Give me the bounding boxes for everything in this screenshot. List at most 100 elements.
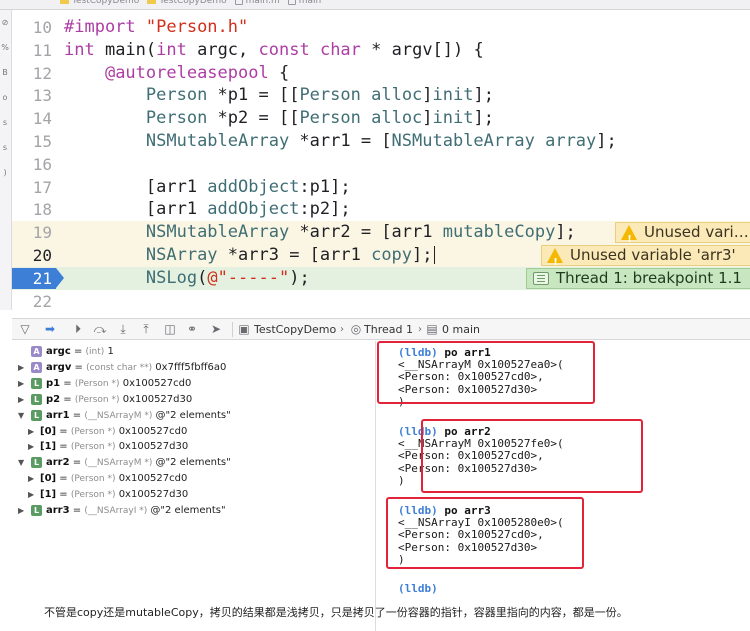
view-hierarchy-icon[interactable]: ◫ [162, 322, 178, 337]
breakpoint-marker[interactable]: 21 [12, 267, 64, 290]
disclosure-collapsed-icon[interactable]: ▶ [28, 439, 38, 454]
breadcrumb-item[interactable]: main.m [234, 0, 280, 6]
code-line[interactable]: 11 int main(int argc, const char * argv[]… [12, 39, 750, 62]
code-token: Person [299, 85, 361, 106]
disclosure-collapsed-icon[interactable]: ▶ [18, 503, 28, 518]
continue-icon[interactable]: ⏵︎ [70, 322, 86, 337]
code-token: main( [94, 39, 157, 60]
thread-icon: ◎ [350, 322, 362, 336]
breakpoints-toggle-icon[interactable]: ➡ [42, 322, 58, 337]
line-number: 16 [32, 154, 52, 174]
step-into-icon[interactable]: ⤓ [115, 322, 131, 337]
navigator-glyph: B [2, 68, 8, 77]
breadcrumb-item[interactable]: TestCopyDemo [147, 0, 227, 6]
code-text[interactable]: #import "Person.h" [64, 16, 248, 39]
code-token: *p1 = [[ [207, 85, 300, 106]
code-token: :p1]; [299, 176, 351, 197]
navigator-glyph: % [1, 43, 9, 52]
breadcrumb-item[interactable]: main [287, 0, 321, 6]
thread-badge[interactable]: Thread 1: breakpoint 1.1 [526, 267, 750, 289]
code-token: argc, [186, 39, 259, 60]
code-line[interactable]: 10 #import "Person.h" [12, 16, 750, 39]
navigator-sliver: ⊘% Bo s s) [0, 10, 12, 310]
debug-frame[interactable]: 0 main [442, 323, 480, 336]
code-text[interactable]: NSArray *arr3 = [arr1 copy]; [64, 244, 435, 267]
disclosure-collapsed-icon[interactable]: ▶ [18, 392, 28, 407]
disclosure-expanded-icon[interactable]: ▼ [18, 408, 28, 423]
code-token: NSMutableArray [145, 131, 290, 151]
code-line[interactable]: 12 @autoreleasepool { [12, 62, 750, 85]
lldb-prompt[interactable]: (lldb) [398, 582, 438, 595]
line-number: 22 [32, 291, 52, 311]
code-text[interactable]: NSMutableArray *arr1 = [NSMutableArray a… [64, 130, 617, 153]
debug-console[interactable]: (lldb) po arr1 <__NSArrayM 0x100527ea0>(<… [375, 341, 750, 631]
line-number: 18 [32, 200, 52, 220]
code-token: [arr1 [64, 176, 208, 197]
thread-text: Thread 1: breakpoint 1.1 [556, 268, 742, 287]
warning-badge[interactable]: Unused variable 'arr3' [541, 245, 750, 266]
variable-equals: = [69, 505, 85, 516]
disclosure-collapsed-icon[interactable]: ▶ [18, 360, 28, 375]
variable-name: arr2 [46, 457, 70, 469]
code-token: alloc [371, 85, 423, 106]
code-line[interactable]: 16 [12, 153, 750, 176]
code-token: "Person.h" [145, 17, 249, 37]
code-line[interactable]: 19 NSMutableArray *arr2 = [arr1 mutableC… [12, 221, 750, 245]
location-icon[interactable]: ➤ [208, 322, 224, 337]
breadcrumb-item[interactable]: TestCopyDemo [60, 0, 139, 6]
code-text[interactable]: NSLog(@"-----"); [64, 267, 310, 290]
debug-target[interactable]: TestCopyDemo [254, 323, 336, 336]
code-line[interactable]: 14 Person *p2 = [[Person alloc]init]; [12, 107, 750, 130]
code-line[interactable]: 17 [arr1 addObject:p1]; [12, 176, 750, 199]
code-token: array [545, 131, 597, 151]
code-text[interactable]: Person *p1 = [[Person alloc]init]; [64, 84, 494, 107]
code-token: ( [197, 267, 208, 288]
variable-name: p2 [46, 393, 61, 405]
code-text[interactable]: [arr1 addObject:p2]; [64, 198, 351, 221]
code-editor[interactable]: 10 #import "Person.h" 11 int main(int argc,… [12, 10, 750, 313]
variable-type: (__NSArrayM *) [84, 410, 153, 421]
jump-bar: TestCopyDemo TestCopyDemo main.m main [0, 0, 750, 10]
variable-value: @"2 elements" [155, 409, 231, 421]
code-text[interactable]: int main(int argc, const char * argv[]) … [64, 39, 484, 62]
warning-badge[interactable]: Unused vari… [615, 222, 750, 244]
debug-toolbar: ▽ ➡ ⏵︎ ⤼ ⤓ ⤒ ◫ ⚭ ➤ ▣ TestCopyDemo › ◎ Th… [12, 318, 750, 340]
variable-type: (__NSArrayI *) [84, 506, 148, 516]
disclosure-collapsed-icon[interactable]: ▶ [28, 424, 38, 439]
disclosure-expanded-icon[interactable]: ▼ [18, 455, 28, 470]
code-token: *arr1 = [ [289, 131, 392, 151]
variables-view[interactable]: Aargc = (int) 1 ▶ Aargv = (const char **) … [12, 341, 374, 631]
disclosure-collapsed-icon[interactable]: ▶ [18, 376, 28, 391]
breadcrumb[interactable]: TestCopyDemo TestCopyDemo main.m main [60, 0, 329, 6]
warning-text: Unused variable 'arr3' [570, 246, 736, 264]
disclosure-collapsed-icon[interactable]: ▶ [28, 471, 38, 486]
variable-type: (int) [85, 347, 105, 357]
code-line[interactable]: 21 NSLog(@"-----"); Thread 1: breakpoint … [12, 266, 750, 290]
navigator-glyph: o [2, 93, 8, 102]
step-out-icon[interactable]: ⤒ [138, 322, 154, 337]
code-line[interactable]: 22 [12, 290, 750, 313]
variable-value: @"2 elements" [150, 505, 226, 516]
disclosure-collapsed-icon[interactable]: ▶ [28, 487, 38, 502]
step-over-icon[interactable]: ⤼ [92, 322, 108, 337]
code-line[interactable]: 13 Person *p1 = [[Person alloc]init]; [12, 84, 750, 107]
hide-debug-area-icon[interactable]: ▽ [18, 322, 32, 337]
code-text[interactable]: [arr1 addObject:p1]; [64, 176, 351, 199]
code-token: * argv[]) { [360, 39, 484, 60]
code-token: const [258, 39, 310, 60]
variable-type: (Person *) [70, 490, 116, 501]
code-text[interactable]: @autoreleasepool { [64, 62, 289, 85]
variable-name: argv [46, 361, 72, 373]
code-text[interactable]: Person *p2 = [[Person alloc]init]; [64, 107, 494, 130]
code-text[interactable]: NSMutableArray *arr2 = [arr1 mutableCopy… [64, 221, 576, 244]
code-line[interactable]: 15 NSMutableArray *arr1 = [NSMutableArra… [12, 130, 750, 153]
code-line[interactable]: 18 [arr1 addObject:p2]; [12, 198, 750, 221]
memory-graph-icon[interactable]: ⚭ [184, 322, 200, 337]
variable-value: 0x100527d30 [118, 489, 189, 501]
code-line[interactable]: 20 NSArray *arr3 = [arr1 copy]; Unused va… [12, 244, 750, 267]
variable-type: (const char **) [86, 362, 153, 373]
debug-thread[interactable]: Thread 1 [364, 323, 413, 336]
code-token: ); [289, 267, 310, 288]
